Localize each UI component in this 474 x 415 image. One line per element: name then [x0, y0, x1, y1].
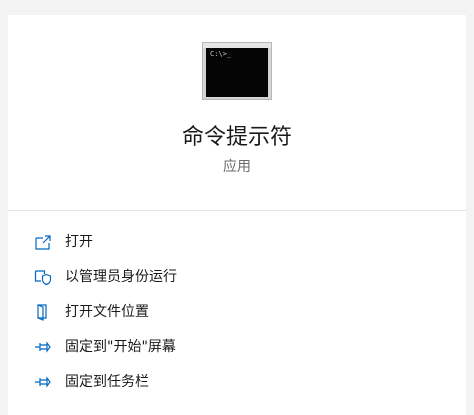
shield-icon	[34, 270, 52, 286]
menu-item-label: 以管理员身份运行	[65, 269, 177, 285]
menu-item-label: 固定到"开始"屏幕	[65, 339, 176, 355]
app-header: C:\>_ 命令提示符 应用	[8, 15, 466, 210]
divider	[8, 210, 466, 211]
menu-item-run-as-admin[interactable]: 以管理员身份运行	[8, 260, 466, 295]
jump-list-panel: C:\>_ 命令提示符 应用 打开 以管理员身份运行 打开文件位置 固定到"开始…	[8, 15, 466, 415]
icon-screen: C:\>_	[206, 48, 268, 97]
app-title: 命令提示符	[181, 125, 292, 150]
menu-item-pin-to-taskbar[interactable]: 固定到任务栏	[8, 365, 466, 400]
pin-icon	[35, 376, 51, 388]
file-location-icon	[37, 304, 47, 321]
menu-item-open[interactable]: 打开	[8, 225, 466, 260]
menu-item-open-file-location[interactable]: 打开文件位置	[8, 295, 466, 330]
menu-item-label: 打开文件位置	[65, 304, 149, 320]
menu-item-label: 打开	[65, 234, 93, 250]
menu-item-pin-to-start[interactable]: 固定到"开始"屏幕	[8, 330, 466, 365]
icon-prompt-text: C:\>_	[210, 50, 232, 58]
command-prompt-icon: C:\>_	[202, 42, 272, 100]
menu-item-label: 固定到任务栏	[65, 374, 149, 390]
action-menu: 打开 以管理员身份运行 打开文件位置 固定到"开始"屏幕 固定到任务栏	[8, 225, 466, 400]
open-external-icon	[35, 235, 51, 250]
pin-icon	[35, 341, 51, 353]
app-subtitle: 应用	[223, 159, 251, 175]
